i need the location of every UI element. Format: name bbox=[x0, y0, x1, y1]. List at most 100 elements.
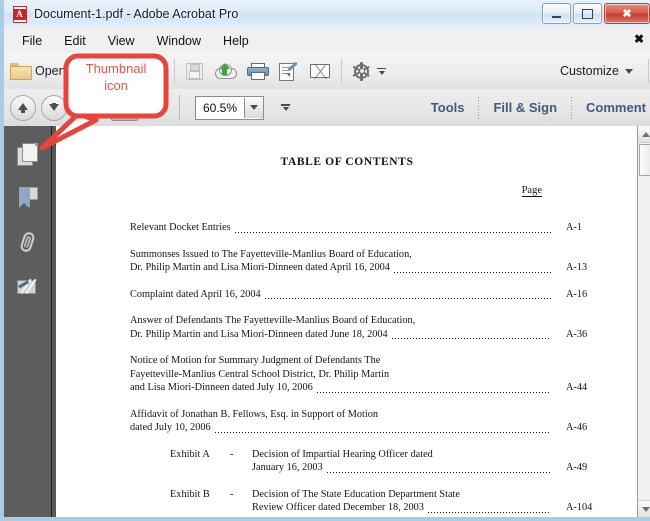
open-button[interactable]: Open bbox=[4, 53, 72, 89]
toc-entry: Relevant Docket Entries A-1 bbox=[130, 221, 608, 235]
toc-entry-text: Fayetteville-Manlius Central School Dist… bbox=[130, 368, 389, 382]
page-column-header-text: Page bbox=[522, 185, 542, 197]
panel-tab-tools[interactable]: Tools bbox=[417, 100, 479, 115]
exhibit-text: Decision of Impartial Hearing Officer da… bbox=[252, 448, 433, 462]
hand-tool-button[interactable] bbox=[144, 95, 169, 120]
next-page-button[interactable] bbox=[41, 95, 67, 121]
toc-entry-text: Dr. Philip Martin and Lisa Miori-Dinneen… bbox=[130, 328, 388, 342]
callout-line-1: Thumbnail bbox=[70, 60, 162, 77]
settings-button[interactable] bbox=[347, 53, 392, 89]
pdf-app-icon: A bbox=[12, 6, 28, 22]
document-heading: TABLE OF CONTENTS bbox=[56, 156, 638, 168]
zoom-overflow-button[interactable] bbox=[264, 90, 296, 126]
sign-document-icon bbox=[279, 63, 298, 80]
sidebar-item-page-thumbnails[interactable] bbox=[4, 132, 51, 176]
zoom-dropdown-button[interactable] bbox=[244, 98, 263, 118]
maximize-button[interactable] bbox=[573, 3, 602, 24]
hand-icon bbox=[148, 99, 165, 116]
exhibit-dash: - bbox=[230, 448, 252, 475]
toolbar-divider bbox=[341, 59, 342, 83]
toc-entry-text: Summonses Issued to The Fayetteville-Man… bbox=[130, 248, 412, 262]
customize-button[interactable]: Customize bbox=[549, 53, 643, 89]
toolbar-divider bbox=[179, 95, 180, 120]
sign-document-button[interactable] bbox=[273, 53, 304, 89]
scrollbar-thumb[interactable] bbox=[639, 144, 650, 176]
zoom-control[interactable]: 60.5% bbox=[195, 96, 264, 120]
toc-entry-text: Notice of Motion for Summary Judgment of… bbox=[130, 354, 380, 368]
toc-entry: Affidavit of Jonathan B. Fellows, Esq. i… bbox=[130, 408, 608, 435]
save-button[interactable] bbox=[180, 53, 209, 89]
leader-dots bbox=[326, 465, 551, 473]
exhibit-page: A-104 bbox=[554, 501, 608, 515]
toc-entry-page: A-44 bbox=[554, 381, 608, 395]
sidebar-item-bookmarks[interactable] bbox=[4, 176, 51, 220]
overflow-chevron-icon[interactable] bbox=[377, 68, 386, 75]
callout-text: Thumbnail icon bbox=[70, 60, 162, 94]
document-viewport[interactable]: TABLE OF CONTENTS Page Relevant Docket E… bbox=[52, 126, 638, 517]
chevron-down-icon bbox=[625, 69, 633, 74]
menu-item-window[interactable]: Window bbox=[147, 31, 211, 51]
toc-entry-text: Affidavit of Jonathan B. Fellows, Esq. i… bbox=[130, 408, 378, 422]
close-document-icon[interactable]: ✖ bbox=[634, 32, 644, 46]
navigation-pane-rail bbox=[4, 126, 52, 517]
page-thumbnails-icon bbox=[17, 143, 39, 165]
select-cursor-icon bbox=[117, 100, 133, 116]
attachments-icon bbox=[18, 231, 38, 253]
acrobat-window: A Document-1.pdf - Adobe Acrobat Pro ✖ F… bbox=[0, 0, 650, 521]
table-of-contents: Relevant Docket Entries A-1 Summonses Is… bbox=[56, 221, 638, 515]
zoom-value[interactable]: 60.5% bbox=[196, 98, 244, 118]
scroll-down-button[interactable] bbox=[638, 500, 650, 517]
menu-item-view[interactable]: View bbox=[98, 31, 145, 51]
toc-entry-page: A-13 bbox=[554, 261, 608, 275]
main-content-area: TABLE OF CONTENTS Page Relevant Docket E… bbox=[4, 126, 650, 517]
window-controls: ✖ bbox=[542, 3, 650, 24]
view-toolbar: 60.5% Tools Fill & Sign Comment bbox=[4, 89, 650, 127]
folder-open-icon bbox=[10, 63, 30, 79]
minimize-button[interactable] bbox=[542, 3, 571, 24]
toc-entry-text: dated July 10, 2006 bbox=[130, 421, 211, 435]
gear-icon bbox=[353, 63, 370, 80]
leader-dots bbox=[391, 331, 551, 339]
exhibit-page: A-49 bbox=[554, 461, 608, 475]
sidebar-item-signatures[interactable] bbox=[4, 264, 51, 308]
previous-page-button[interactable] bbox=[10, 95, 36, 121]
toc-entry-page: A-36 bbox=[554, 328, 608, 342]
signatures-icon bbox=[17, 277, 38, 296]
email-button[interactable] bbox=[304, 53, 336, 89]
panel-tab-comment[interactable]: Comment bbox=[572, 100, 650, 115]
toc-entry: Notice of Motion for Summary Judgment of… bbox=[130, 354, 608, 395]
menu-item-edit[interactable]: Edit bbox=[54, 31, 96, 51]
leader-dots bbox=[427, 505, 551, 513]
menu-item-help[interactable]: Help bbox=[213, 31, 259, 51]
toc-entry: Complaint dated April 16, 2004 A-16 bbox=[130, 288, 608, 302]
vertical-scrollbar[interactable] bbox=[637, 126, 650, 517]
exhibit-dash: - bbox=[230, 488, 252, 515]
toolbar-divider bbox=[174, 59, 175, 83]
toc-entry-page: A-1 bbox=[554, 221, 608, 235]
pdf-page-content: TABLE OF CONTENTS Page Relevant Docket E… bbox=[56, 126, 638, 517]
toc-entry-text: Answer of Defendants The Fayetteville-Ma… bbox=[130, 314, 415, 328]
toc-entry-page: A-46 bbox=[554, 421, 608, 435]
open-label: Open bbox=[35, 64, 66, 78]
chevron-down-icon bbox=[642, 507, 650, 512]
email-icon bbox=[310, 64, 330, 78]
select-tool-button[interactable] bbox=[111, 94, 138, 121]
close-button[interactable]: ✖ bbox=[604, 3, 650, 24]
leader-dots bbox=[264, 291, 551, 299]
toc-exhibit-entry: Exhibit B - Decision of The State Educat… bbox=[130, 488, 608, 515]
save-icon bbox=[186, 63, 203, 79]
menu-item-file[interactable]: File bbox=[12, 31, 52, 51]
leader-dots bbox=[316, 385, 551, 393]
scroll-up-button[interactable] bbox=[638, 126, 650, 143]
sidebar-item-attachments[interactable] bbox=[4, 220, 51, 264]
overflow-chevron-icon bbox=[281, 104, 290, 111]
exhibit-text: Review Officer dated December 18, 2003 bbox=[252, 501, 424, 515]
cloud-upload-icon bbox=[215, 63, 235, 79]
cloud-upload-button[interactable] bbox=[209, 53, 241, 89]
menu-bar: File Edit View Window Help ✖ bbox=[4, 28, 650, 54]
panel-tab-fill-and-sign[interactable]: Fill & Sign bbox=[479, 100, 571, 115]
print-button[interactable] bbox=[241, 53, 273, 89]
callout-line-2: icon bbox=[70, 77, 162, 94]
exhibit-label: Exhibit A bbox=[170, 448, 230, 475]
page-column-header: Page bbox=[56, 185, 638, 196]
